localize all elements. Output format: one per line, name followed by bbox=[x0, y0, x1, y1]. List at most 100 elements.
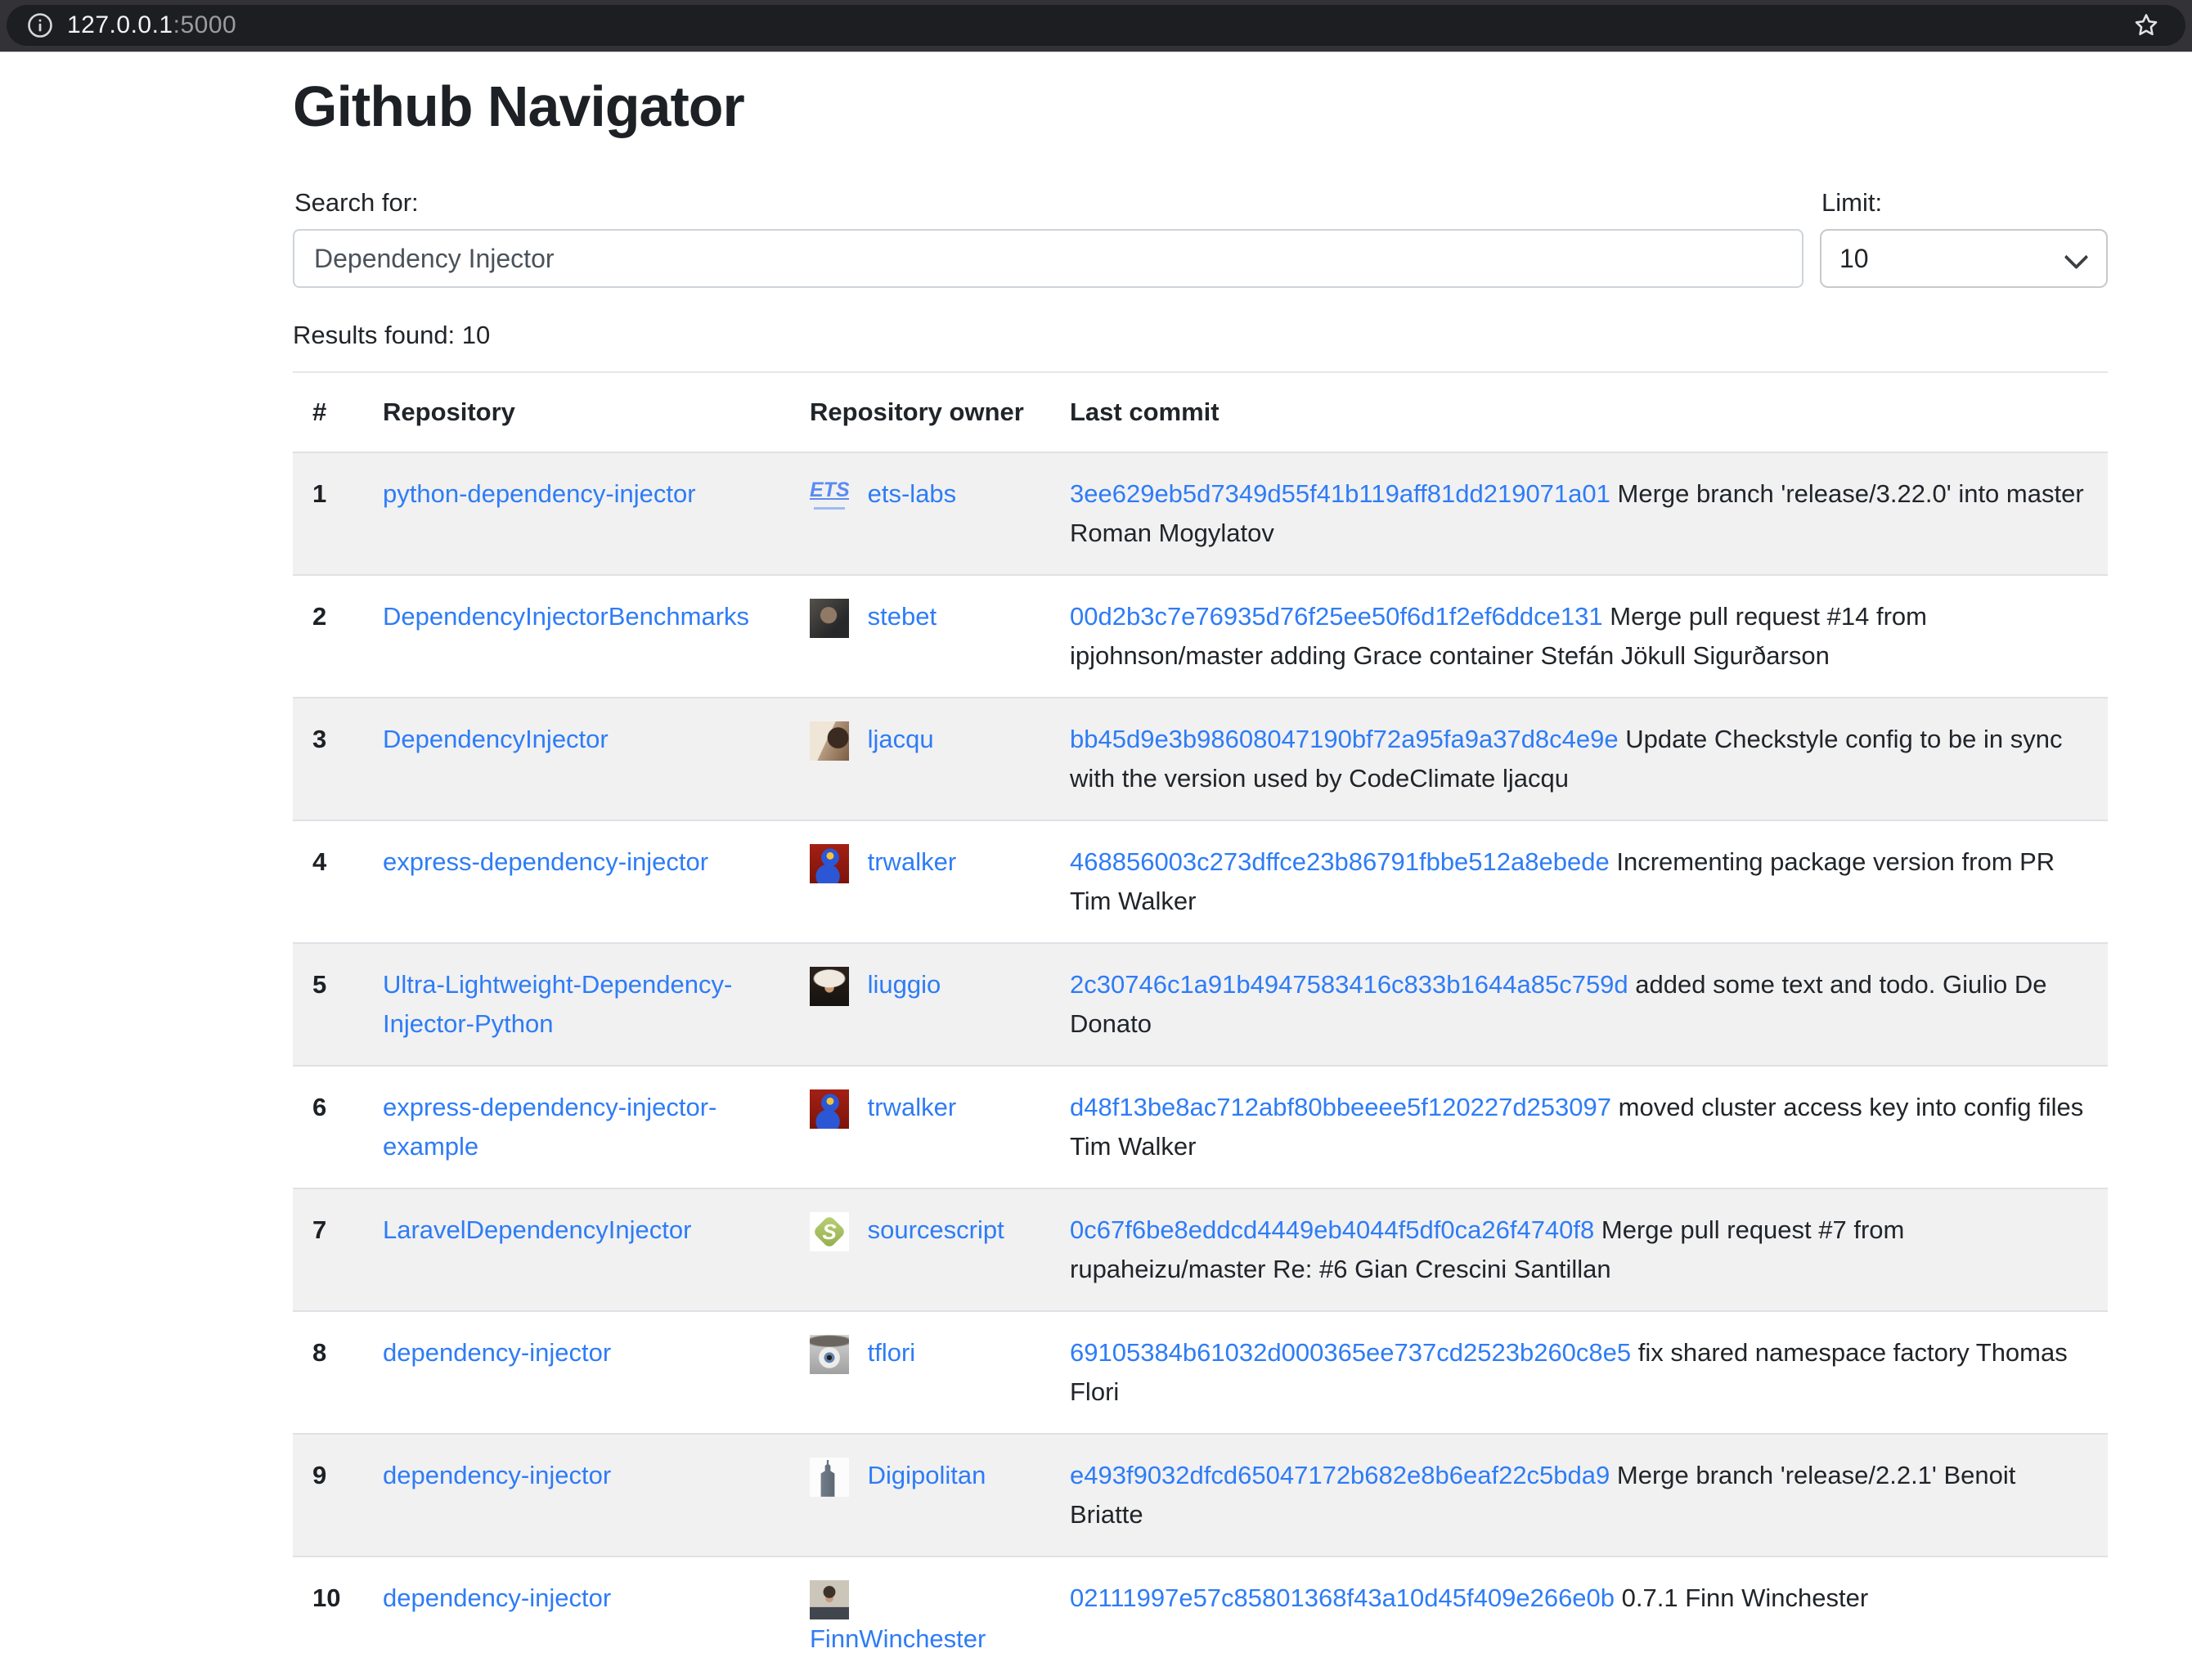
last-commit-cell: d48f13be8ac712abf80bbeeee5f120227d253097… bbox=[1050, 1066, 2108, 1188]
commit-hash-link[interactable]: 3ee629eb5d7349d55f41b119aff81dd219071a01 bbox=[1070, 479, 1610, 508]
repository-cell: express-dependency-injector bbox=[363, 820, 790, 943]
owner-avatar-image bbox=[810, 1580, 849, 1619]
table-row: 10 dependency-injector FinnWinchester 02… bbox=[293, 1556, 2108, 1680]
main-content: Github Navigator Search for: Limit: 10 R… bbox=[293, 72, 2108, 1680]
last-commit-cell: 468856003c273dffce23b86791fbbe512a8ebede… bbox=[1050, 820, 2108, 943]
owner-link[interactable]: FinnWinchester bbox=[810, 1624, 986, 1653]
header-index: # bbox=[293, 372, 363, 452]
url-host: 127.0.0.1 bbox=[67, 11, 173, 38]
last-commit-cell: 69105384b61032d000365ee737cd2523b260c8e5… bbox=[1050, 1311, 2108, 1434]
commit-hash-link[interactable]: e493f9032dfcd65047172b682e8b6eaf22c5bda9 bbox=[1070, 1461, 1610, 1489]
commit-hash-link[interactable]: d48f13be8ac712abf80bbeeee5f120227d253097 bbox=[1070, 1093, 1611, 1121]
info-icon[interactable] bbox=[26, 11, 54, 39]
owner-link[interactable]: Digipolitan bbox=[868, 1461, 986, 1489]
row-index: 9 bbox=[293, 1434, 363, 1556]
owner-avatar-image bbox=[810, 721, 849, 761]
page-title: Github Navigator bbox=[293, 72, 2108, 141]
owner-link[interactable]: stebet bbox=[868, 602, 937, 631]
bookmark-star-icon[interactable] bbox=[2131, 11, 2161, 40]
owner-avatar-image bbox=[810, 1089, 849, 1129]
repository-link[interactable]: express-dependency-injector bbox=[383, 847, 708, 876]
last-commit-cell: e493f9032dfcd65047172b682e8b6eaf22c5bda9… bbox=[1050, 1434, 2108, 1556]
owner-link[interactable]: ets-labs bbox=[868, 479, 957, 508]
results-count: Results found: 10 bbox=[293, 321, 2108, 350]
browser-chrome: 127.0.0.1:5000 bbox=[0, 0, 2192, 52]
search-form: Search for: Limit: 10 bbox=[293, 188, 2108, 288]
repository-link[interactable]: dependency-injector bbox=[383, 1338, 611, 1367]
last-commit-cell: 0c67f6be8eddcd4449eb4044f5df0ca26f4740f8… bbox=[1050, 1188, 2108, 1311]
owner-avatar-image bbox=[810, 844, 849, 883]
repository-link[interactable]: Ultra-Lightweight-Dependency-Injector-Py… bbox=[383, 970, 732, 1038]
limit-select[interactable]: 10 bbox=[1820, 229, 2108, 288]
owner-cell: FinnWinchester bbox=[790, 1556, 1050, 1680]
last-commit-cell: 3ee629eb5d7349d55f41b119aff81dd219071a01… bbox=[1050, 452, 2108, 575]
repository-link[interactable]: dependency-injector bbox=[383, 1461, 611, 1489]
repository-cell: LaravelDependencyInjector bbox=[363, 1188, 790, 1311]
repository-cell: Ultra-Lightweight-Dependency-Injector-Py… bbox=[363, 943, 790, 1066]
owner-avatar-image bbox=[810, 1212, 849, 1251]
repository-link[interactable]: DependencyInjectorBenchmarks bbox=[383, 602, 749, 631]
last-commit-cell: bb45d9e3b98608047190bf72a95fa9a37d8c4e9e… bbox=[1050, 698, 2108, 820]
owner-cell: stebet bbox=[790, 575, 1050, 698]
repository-link[interactable]: express-dependency-injector-example bbox=[383, 1093, 716, 1161]
owner-link[interactable]: tflori bbox=[868, 1338, 916, 1367]
commit-hash-link[interactable]: 2c30746c1a91b4947583416c833b1644a85c759d bbox=[1070, 970, 1628, 999]
address-bar[interactable]: 127.0.0.1:5000 bbox=[7, 5, 2185, 46]
owner-link[interactable]: ljacqu bbox=[868, 725, 934, 753]
row-index: 4 bbox=[293, 820, 363, 943]
url-port: :5000 bbox=[173, 11, 237, 38]
row-index: 6 bbox=[293, 1066, 363, 1188]
last-commit-cell: 2c30746c1a91b4947583416c833b1644a85c759d… bbox=[1050, 943, 2108, 1066]
table-row: 2 DependencyInjectorBenchmarks stebet 00… bbox=[293, 575, 2108, 698]
table-row: 9 dependency-injector Digipolitan e493f9… bbox=[293, 1434, 2108, 1556]
table-row: 6 express-dependency-injector-example tr… bbox=[293, 1066, 2108, 1188]
header-last-commit: Last commit bbox=[1050, 372, 2108, 452]
owner-avatar-image bbox=[810, 967, 849, 1006]
owner-avatar-image bbox=[810, 1458, 849, 1497]
owner-cell: trwalker bbox=[790, 1066, 1050, 1188]
search-field-group: Search for: bbox=[293, 188, 1803, 288]
owner-cell: sourcescript bbox=[790, 1188, 1050, 1311]
results-table: # Repository Repository owner Last commi… bbox=[293, 371, 2108, 1680]
row-index: 10 bbox=[293, 1556, 363, 1680]
commit-hash-link[interactable]: 02111997e57c85801368f43a10d45f409e266e0b bbox=[1070, 1583, 1615, 1612]
owner-avatar-image bbox=[810, 476, 849, 515]
repository-cell: dependency-injector bbox=[363, 1311, 790, 1434]
commit-hash-link[interactable]: 0c67f6be8eddcd4449eb4044f5df0ca26f4740f8 bbox=[1070, 1215, 1594, 1244]
commit-hash-link[interactable]: 69105384b61032d000365ee737cd2523b260c8e5 bbox=[1070, 1338, 1631, 1367]
url-text: 127.0.0.1:5000 bbox=[67, 11, 236, 39]
search-input[interactable] bbox=[293, 229, 1803, 288]
commit-hash-link[interactable]: bb45d9e3b98608047190bf72a95fa9a37d8c4e9e bbox=[1070, 725, 1619, 753]
repository-cell: python-dependency-injector bbox=[363, 452, 790, 575]
owner-link[interactable]: sourcescript bbox=[868, 1215, 1004, 1244]
repository-link[interactable]: DependencyInjector bbox=[383, 725, 609, 753]
owner-avatar-image bbox=[810, 1335, 849, 1374]
row-index: 5 bbox=[293, 943, 363, 1066]
row-index: 2 bbox=[293, 575, 363, 698]
commit-hash-link[interactable]: 00d2b3c7e76935d76f25ee50f6d1f2ef6ddce131 bbox=[1070, 602, 1603, 631]
repository-link[interactable]: dependency-injector bbox=[383, 1583, 611, 1612]
owner-avatar-image bbox=[810, 599, 849, 638]
owner-cell: ets-labs bbox=[790, 452, 1050, 575]
repository-cell: dependency-injector bbox=[363, 1434, 790, 1556]
header-row: # Repository Repository owner Last commi… bbox=[293, 372, 2108, 452]
row-index: 8 bbox=[293, 1311, 363, 1434]
owner-cell: Digipolitan bbox=[790, 1434, 1050, 1556]
commit-hash-link[interactable]: 468856003c273dffce23b86791fbbe512a8ebede bbox=[1070, 847, 1610, 876]
row-index: 1 bbox=[293, 452, 363, 575]
search-label: Search for: bbox=[294, 188, 1803, 218]
owner-cell: tflori bbox=[790, 1311, 1050, 1434]
repository-link[interactable]: LaravelDependencyInjector bbox=[383, 1215, 691, 1244]
owner-link[interactable]: trwalker bbox=[868, 1093, 957, 1121]
repository-link[interactable]: python-dependency-injector bbox=[383, 479, 696, 508]
header-repository: Repository bbox=[363, 372, 790, 452]
repository-cell: DependencyInjector bbox=[363, 698, 790, 820]
limit-field-group: Limit: 10 bbox=[1820, 188, 2108, 288]
limit-label: Limit: bbox=[1821, 188, 2108, 218]
owner-link[interactable]: trwalker bbox=[868, 847, 957, 876]
table-row: 5 Ultra-Lightweight-Dependency-Injector-… bbox=[293, 943, 2108, 1066]
repository-cell: dependency-injector bbox=[363, 1556, 790, 1680]
owner-link[interactable]: liuggio bbox=[868, 970, 941, 999]
last-commit-cell: 02111997e57c85801368f43a10d45f409e266e0b… bbox=[1050, 1556, 2108, 1680]
row-index: 7 bbox=[293, 1188, 363, 1311]
